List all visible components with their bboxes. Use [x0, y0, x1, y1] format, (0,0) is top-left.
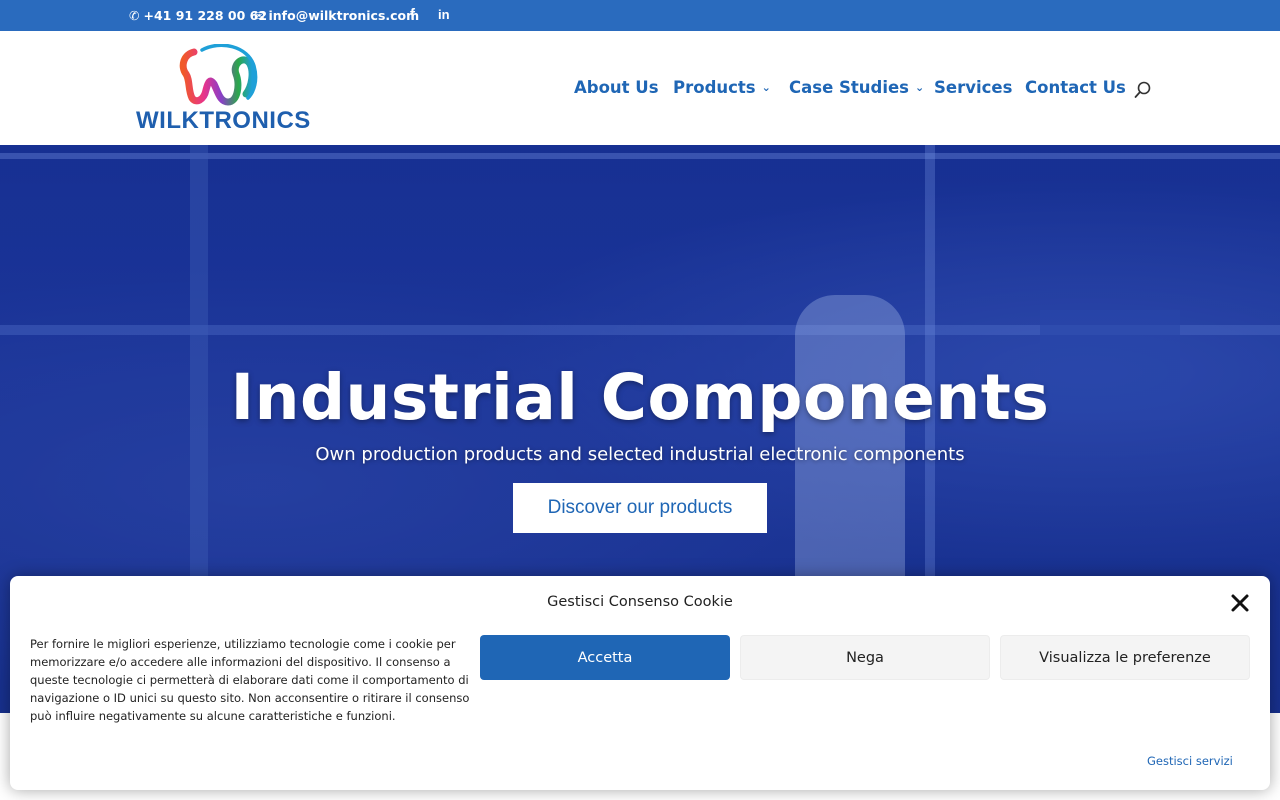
top-contact-bar: ✆ +41 91 228 00 62 ✉ info@wilktronics.co…: [0, 0, 1280, 31]
phone-contact[interactable]: ✆ +41 91 228 00 62: [129, 8, 267, 23]
chevron-down-icon: ⌄: [761, 81, 771, 94]
logo-mark-icon: [179, 44, 258, 106]
nav-item-about-us[interactable]: About Us: [574, 78, 659, 97]
manage-services-link[interactable]: Gestisci servizi: [1147, 754, 1233, 768]
nav-label: Contact Us: [1025, 78, 1126, 97]
cookie-dialog-title: Gestisci Consenso Cookie: [547, 594, 733, 610]
nav-label: Products: [673, 78, 756, 97]
hero-title: Industrial Components: [230, 361, 1050, 434]
deny-button[interactable]: Nega: [740, 635, 990, 680]
facebook-icon[interactable]: f: [410, 6, 415, 23]
logo-wordmark: WILKTRONICS: [136, 107, 311, 134]
email-address: info@wilktronics.com: [268, 8, 420, 23]
hero-subtitle: Own production products and selected ind…: [315, 444, 965, 465]
nav-item-contact-us[interactable]: Contact Us: [1025, 78, 1126, 97]
discover-products-button[interactable]: Discover our products: [513, 483, 767, 533]
envelope-icon: ✉: [254, 8, 265, 23]
cookie-consent-dialog: Gestisci Consenso Cookie Per fornire le …: [10, 576, 1270, 790]
logo[interactable]: WILKTRONICS: [136, 44, 312, 134]
chevron-down-icon: ⌄: [915, 81, 925, 94]
close-icon[interactable]: [1229, 592, 1251, 614]
cookie-description: Per fornire le migliori esperienze, util…: [30, 637, 470, 723]
nav-label: About Us: [574, 78, 659, 97]
email-contact[interactable]: ✉ info@wilktronics.com: [254, 8, 419, 23]
nav-item-services[interactable]: Services: [934, 78, 1012, 97]
accept-button[interactable]: Accetta: [480, 635, 730, 680]
search-icon[interactable]: [1134, 81, 1152, 99]
phone-number: +41 91 228 00 62: [143, 8, 268, 23]
view-preferences-button[interactable]: Visualizza le preferenze: [1000, 635, 1250, 680]
linkedin-icon[interactable]: in: [438, 7, 450, 22]
nav-item-case-studies[interactable]: Case Studies ⌄: [789, 78, 924, 97]
site-header: WILKTRONICS About Us Products ⌄ Case Stud…: [0, 31, 1280, 145]
nav-label: Services: [934, 78, 1013, 97]
nav-item-products[interactable]: Products ⌄: [673, 78, 771, 97]
nav-label: Case Studies: [789, 78, 909, 97]
phone-icon: ✆: [129, 8, 140, 23]
